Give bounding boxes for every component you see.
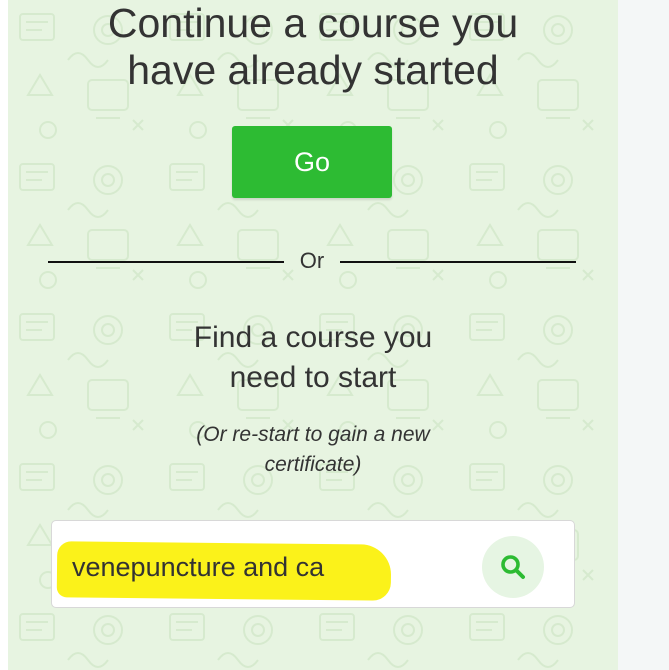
course-search-input[interactable]: [72, 547, 452, 587]
find-heading-line-1: Find a course you: [193, 321, 433, 354]
divider-rule-right: [340, 261, 576, 263]
search-button[interactable]: [482, 536, 544, 598]
find-heading-line-2: need to start: [229, 361, 397, 394]
continue-heading-line-2: have already started: [127, 47, 499, 93]
find-course-heading: Find a course you need to start: [0, 318, 626, 398]
page: Continue a course you have already start…: [0, 0, 669, 670]
go-button[interactable]: Go: [232, 126, 392, 198]
or-label: Or: [299, 248, 325, 273]
divider-rule-left: [48, 261, 284, 263]
restart-note-line-2: certificate): [264, 453, 362, 476]
restart-note: (Or re-start to gain a new certificate): [0, 420, 626, 480]
course-search-box: [51, 520, 575, 608]
continue-course-heading: Continue a course you have already start…: [0, 0, 626, 94]
restart-note-line-1: (Or re-start to gain a new: [196, 423, 430, 446]
search-icon: [501, 555, 525, 579]
or-divider: Or: [48, 246, 576, 276]
continue-heading-line-1: Continue a course you: [107, 0, 519, 46]
